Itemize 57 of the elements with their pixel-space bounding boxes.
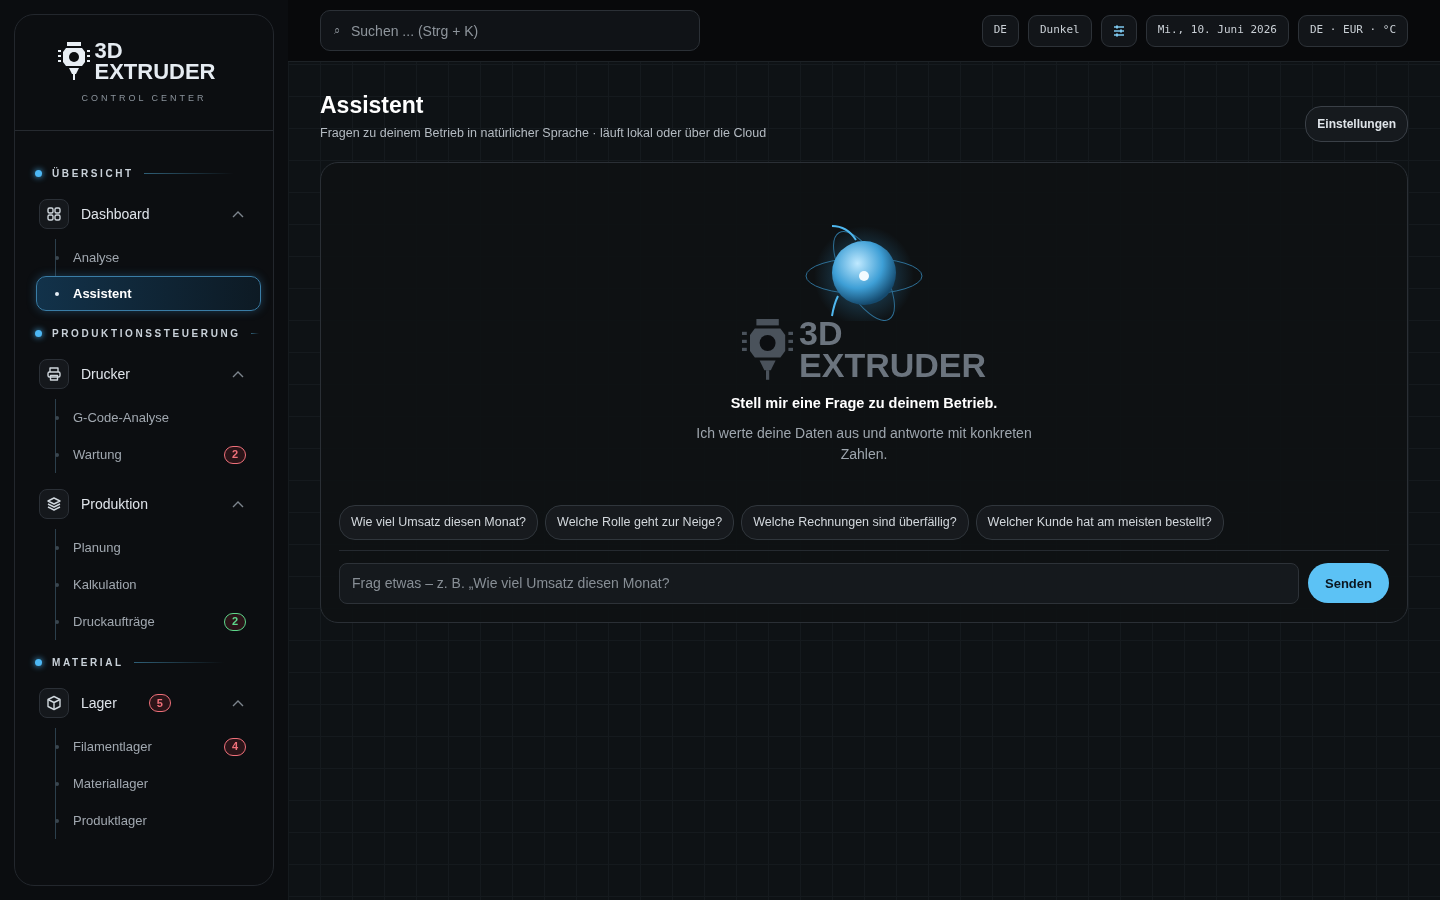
nav-group-item[interactable]: Lager 5 bbox=[35, 678, 259, 728]
section-title: PRODUKTIONSSTEUERUNG bbox=[52, 326, 241, 341]
sliders-icon bbox=[1112, 24, 1125, 37]
suggestion-chip[interactable]: Welche Rolle geht zur Neige? bbox=[545, 505, 735, 540]
suggestion-chip[interactable]: Welche Rechnungen sind überfällig? bbox=[741, 505, 969, 540]
suggestion-chip[interactable]: Wie viel Umsatz diesen Monat? bbox=[339, 505, 539, 540]
nav-subitem[interactable]: Assistent bbox=[36, 276, 261, 311]
page-subtitle: Fragen zu deinem Betrieb in natürlicher Sprache · läuft lokal oder über die Cloud bbox=[320, 124, 767, 142]
nav-group-item[interactable]: Produktion bbox=[35, 479, 259, 529]
chat-input-field[interactable]: Frag etwas – z. B. „Wie viel Umsatz diesen Monat? bbox=[339, 562, 1300, 604]
layers-icon bbox=[46, 496, 62, 512]
nav-subitem[interactable]: Druckaufträge 2 bbox=[36, 603, 259, 640]
nav-group-label: Lager bbox=[81, 693, 117, 713]
nav-subitem[interactable]: Wartung 2 bbox=[36, 436, 259, 473]
watermark-logo-text: EXTRUDER bbox=[799, 349, 987, 382]
nav-subitem[interactable]: Produktlager bbox=[36, 802, 259, 839]
cube-icon bbox=[46, 695, 62, 711]
printer-icon bbox=[46, 366, 62, 382]
filter-button[interactable] bbox=[1100, 14, 1137, 47]
header-chip-button[interactable]: Mi., 10. Juni 2026 bbox=[1145, 14, 1289, 47]
count-badge: 5 bbox=[148, 694, 171, 712]
count-badge: 2 bbox=[224, 612, 246, 631]
suggestion-chip[interactable]: Welcher Kunde hat am meisten bestellt? bbox=[975, 505, 1224, 540]
nav-subitem[interactable]: Kalkulation bbox=[36, 566, 259, 603]
nav-group-item[interactable]: Drucker bbox=[35, 349, 259, 399]
nav-subitem[interactable]: Analyse bbox=[36, 239, 259, 276]
nav-subitem[interactable]: Filamentlager 4 bbox=[36, 728, 259, 765]
send-button[interactable]: Senden bbox=[1308, 563, 1389, 604]
nav-group-label: Produktion bbox=[81, 494, 148, 514]
settings-button[interactable]: Einstellungen bbox=[1305, 106, 1408, 143]
nav-group-label: Dashboard bbox=[81, 204, 150, 224]
count-badge: 4 bbox=[224, 737, 246, 756]
section-dot bbox=[35, 169, 42, 177]
header-chip-button[interactable]: DE · EUR · °C bbox=[1297, 14, 1408, 47]
extruder-watermark-icon bbox=[741, 318, 794, 380]
nav-subitem[interactable]: Materiallager bbox=[36, 765, 259, 802]
nav-group-item[interactable]: Dashboard bbox=[35, 189, 259, 239]
section-dot bbox=[35, 329, 42, 337]
empty-state-heading: Stell mir eine Frage zu deinem Betrieb. bbox=[730, 394, 998, 414]
section-title: MATERIAL bbox=[52, 655, 124, 670]
logo-text: EXTRUDER bbox=[94, 60, 216, 82]
section-title: ÜBERSICHT bbox=[52, 166, 134, 181]
extruder-logo-icon bbox=[58, 41, 91, 80]
watermark-logo-text: 3D bbox=[799, 317, 844, 350]
header-chip-button[interactable]: DE bbox=[981, 14, 1019, 47]
section-dot bbox=[35, 658, 42, 666]
logo-text: 3D bbox=[94, 39, 124, 61]
nav-subitem[interactable]: Planung bbox=[36, 529, 259, 566]
nav-subitem[interactable]: G-Code-Analyse bbox=[36, 399, 259, 436]
header-chip-button[interactable]: Dunkel bbox=[1027, 14, 1092, 47]
search-icon: ⌕ bbox=[334, 22, 340, 39]
page-title: Assistent bbox=[320, 92, 425, 120]
logo-subtitle: CONTROL CENTER bbox=[81, 91, 207, 105]
grid-icon bbox=[46, 206, 62, 222]
nav-group-label: Drucker bbox=[81, 364, 130, 384]
count-badge: 2 bbox=[224, 445, 246, 464]
empty-state-text: Ich werte deine Daten aus und antworte mit konkreten Zahlen. bbox=[695, 424, 1033, 465]
